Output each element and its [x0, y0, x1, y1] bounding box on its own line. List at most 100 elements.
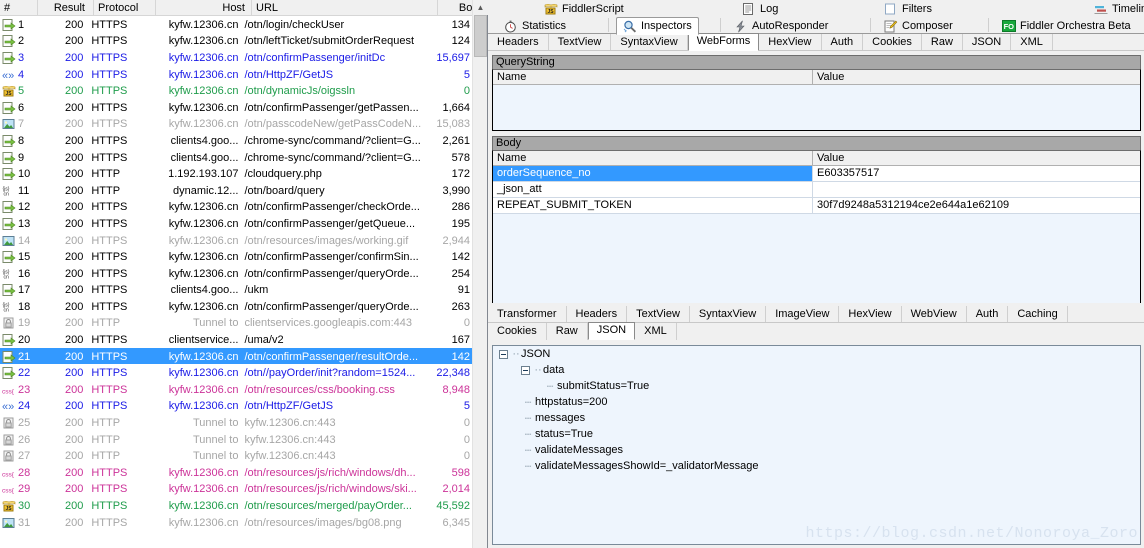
session-row[interactable]: «» 24 200 HTTPS kyfw.12306.cn/otn/HttpZF/Get…	[0, 398, 472, 415]
main-tab-composer[interactable]: Composer	[878, 17, 959, 34]
tab-imageview[interactable]: ImageView	[766, 306, 840, 322]
session-row[interactable]: css{29 200 HTTPS kyfw.12306.cn/otn/resource…	[0, 481, 472, 498]
column-header-url[interactable]: URL	[252, 0, 438, 15]
tab-cookies[interactable]: Cookies	[488, 323, 547, 340]
main-tab-fiddlerscript[interactable]: JS FiddlerScript	[538, 0, 630, 17]
tab-syntaxview[interactable]: SyntaxView	[611, 34, 688, 50]
session-row[interactable]: 1 200 HTTPS kyfw.12306.cn/otn/login/checkUs…	[0, 16, 472, 33]
session-row[interactable]: 7 200 HTTPS kyfw.12306.cn/otn/passcodeNew/g…	[0, 116, 472, 133]
json-tree-node[interactable]: ·· JSON	[493, 346, 1140, 362]
body-row[interactable]: REPEAT_SUBMIT_TOKEN 30f7d9248a5312194ce2e…	[493, 198, 1140, 214]
tab-auth[interactable]: Auth	[967, 306, 1009, 322]
session-row[interactable]: 14 200 HTTPS kyfw.12306.cn/otn/resources/im…	[0, 232, 472, 249]
tab-raw[interactable]: Raw	[922, 34, 963, 50]
tab-textview[interactable]: TextView	[627, 306, 690, 322]
session-row[interactable]: 15 200 HTTPS kyfw.12306.cn/otn/confirmPasse…	[0, 248, 472, 265]
json-collapse-icon[interactable]	[521, 365, 530, 375]
main-tab-strip[interactable]: JS FiddlerScript Log Filters Timeline Statist…	[488, 0, 1144, 35]
session-cell-host: kyfw.12306.cn	[168, 300, 239, 313]
session-row[interactable]: «» 4 200 HTTPS kyfw.12306.cn/otn/HttpZF/GetJ…	[0, 66, 472, 83]
column-header-result[interactable]: Result	[38, 0, 94, 15]
json-tree-node[interactable]: ┄ validateMessagesShowId=_validatorMessag…	[493, 458, 1140, 474]
body-table-empty-area[interactable]	[493, 214, 1140, 304]
json-tree-node[interactable]: ·· data	[493, 362, 1140, 378]
sessions-list[interactable]: 1 200 HTTPS kyfw.12306.cn/otn/login/checkUs…	[0, 16, 472, 548]
column-header-protocol[interactable]: Protocol	[94, 0, 156, 15]
main-tab-statistics[interactable]: Statistics	[498, 17, 572, 34]
main-tab-timeline[interactable]: Timeline	[1088, 0, 1144, 17]
session-row[interactable]: 10 200 HTTP 1.192.193.107/cloudquery.php 172	[0, 165, 472, 182]
tab-transformer[interactable]: Transformer	[488, 306, 567, 322]
tab-xml[interactable]: XML	[1011, 34, 1053, 50]
body-row[interactable]: _json_att	[493, 182, 1140, 198]
tab-raw[interactable]: Raw	[547, 323, 588, 340]
session-row[interactable]: 2 200 HTTPS kyfw.12306.cn/otn/leftTicket/su…	[0, 33, 472, 50]
session-row[interactable]: 8 200 HTTPS clients4.goo... /chrome-sync/com…	[0, 132, 472, 149]
session-row[interactable]: 26 200 HTTP Tunnel to kyfw.12306.cn:443 0	[0, 431, 472, 448]
main-tab-autoresponder[interactable]: AutoResponder	[728, 17, 834, 34]
tab-json[interactable]: JSON	[963, 34, 1012, 50]
session-row[interactable]: {js} cn 11 200 HTTP dynamic.12... /otn/board/q…	[0, 182, 472, 199]
querystring-header-name[interactable]: Name	[493, 70, 813, 84]
body-header-value[interactable]: Value	[813, 151, 1140, 165]
json-tree-view[interactable]: ·· JSON ·· data ┄ submitStatus=True ┄ httpstatu…	[492, 345, 1141, 545]
session-row[interactable]: 20 200 HTTPS clientservice... /uma/v2 167	[0, 331, 472, 348]
json-tree-node[interactable]: ┄ httpstatus=200	[493, 394, 1140, 410]
body-row[interactable]: orderSequence_no E603357517	[493, 166, 1140, 182]
tab-caching[interactable]: Caching	[1008, 306, 1068, 322]
json-tree-node[interactable]: ┄ submitStatus=True	[493, 378, 1140, 394]
tab-xml[interactable]: XML	[635, 323, 677, 340]
session-row[interactable]: 27 200 HTTP Tunnel to kyfw.12306.cn:443 0	[0, 447, 472, 464]
tab-auth[interactable]: Auth	[822, 34, 864, 50]
session-row[interactable]: 19 200 HTTP Tunnel to clientservices.googlea…	[0, 315, 472, 332]
scroll-up-arrow-icon[interactable]: ▲	[473, 0, 488, 15]
session-row[interactable]: JS 5 200 HTTPS kyfw.12306.cn/otn/dynamicJs/o…	[0, 82, 472, 99]
tab-hexview[interactable]: HexView	[839, 306, 902, 322]
request-inspector-tab-strip[interactable]: Headers TextView SyntaxView WebForms HexView…	[488, 33, 1144, 51]
tab-headers[interactable]: Headers	[567, 306, 628, 322]
json-tree-node[interactable]: ┄ messages	[493, 410, 1140, 426]
session-row[interactable]: 6 200 HTTPS kyfw.12306.cn/otn/confirmPassen…	[0, 99, 472, 116]
tab-webforms[interactable]: WebForms	[687, 33, 760, 51]
tab-headers[interactable]: Headers	[488, 34, 549, 50]
main-tab-inspectors[interactable]: Inspectors	[616, 17, 699, 35]
tab-textview[interactable]: TextView	[549, 34, 612, 50]
column-header-host[interactable]: Host	[156, 0, 252, 15]
querystring-rows[interactable]	[493, 85, 1140, 130]
querystring-header-value[interactable]: Value	[813, 70, 1140, 84]
body-table[interactable]: Name Value orderSequence_no E603357517 _js…	[492, 150, 1141, 313]
main-tab-filters[interactable]: Filters	[878, 0, 938, 17]
session-row[interactable]: JS 30 200 HTTPS kyfw.12306.cn/otn/resources/…	[0, 497, 472, 514]
main-tab-log[interactable]: Log	[736, 0, 784, 17]
querystring-table[interactable]: Name Value	[492, 69, 1141, 131]
tab-hexview[interactable]: HexView	[759, 34, 822, 50]
main-tab-fiddler-orchestra-beta[interactable]: FO Fiddler Orchestra Beta	[996, 17, 1137, 34]
body-rows[interactable]: orderSequence_no E603357517 _json_att REPEA…	[493, 166, 1140, 214]
json-tree-node[interactable]: ┄ validateMessages	[493, 442, 1140, 458]
response-inspector-tab-strip-row1[interactable]: Transformer Headers TextView SyntaxView Imag…	[488, 306, 1144, 323]
session-row[interactable]: 31 200 HTTPS kyfw.12306.cn/otn/resources/im…	[0, 514, 472, 531]
session-row[interactable]: {js} cn 16 200 HTTPS kyfw.12306.cn/otn/confir…	[0, 265, 472, 282]
session-row[interactable]: css{28 200 HTTPS kyfw.12306.cn/otn/resource…	[0, 464, 472, 481]
tab-syntaxview[interactable]: SyntaxView	[690, 306, 767, 322]
session-row[interactable]: 9 200 HTTPS clients4.goo... /chrome-sync/com…	[0, 149, 472, 166]
response-inspector-tab-strip-row2[interactable]: Cookies Raw JSON XML	[488, 322, 1144, 340]
json-collapse-icon[interactable]	[499, 349, 508, 359]
tab-cookies[interactable]: Cookies	[863, 34, 922, 50]
tab-webview[interactable]: WebView	[902, 306, 967, 322]
session-row[interactable]: 22 200 HTTPS kyfw.12306.cn/otn//payOrder/in…	[0, 364, 472, 381]
body-header-name[interactable]: Name	[493, 151, 813, 165]
sessions-vertical-scrollbar[interactable]: ▲	[472, 0, 488, 548]
tab-json[interactable]: JSON	[587, 322, 636, 340]
session-row[interactable]: 13 200 HTTPS kyfw.12306.cn/otn/confirmPasse…	[0, 215, 472, 232]
json-tree-node[interactable]: ┄ status=True	[493, 426, 1140, 442]
scrollbar-thumb[interactable]	[474, 15, 487, 57]
session-row[interactable]: 21 200 HTTPS kyfw.12306.cn/otn/confirmPasse…	[0, 347, 472, 365]
session-row[interactable]: 17 200 HTTPS clients4.goo... /ukm 91	[0, 282, 472, 299]
session-row[interactable]: 3 200 HTTPS kyfw.12306.cn/otn/confirmPassen…	[0, 49, 472, 66]
session-row[interactable]: 12 200 HTTPS kyfw.12306.cn/otn/confirmPasse…	[0, 199, 472, 216]
session-row[interactable]: css{23 200 HTTPS kyfw.12306.cn/otn/resource…	[0, 381, 472, 398]
session-row[interactable]: {js} cn 18 200 HTTPS kyfw.12306.cn/otn/confir…	[0, 298, 472, 315]
column-header-num[interactable]: #	[0, 0, 38, 15]
session-row[interactable]: 25 200 HTTP Tunnel to kyfw.12306.cn:443 0	[0, 414, 472, 431]
